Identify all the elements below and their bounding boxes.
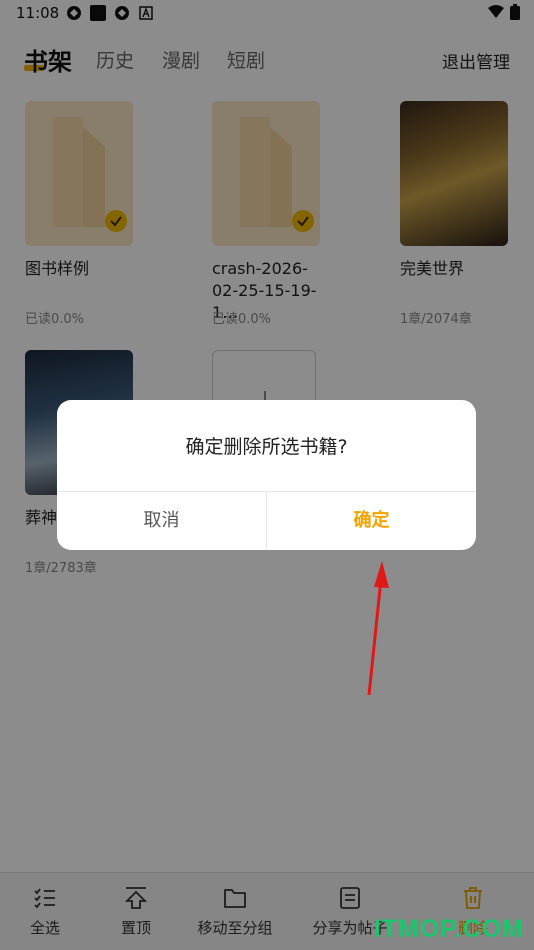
watermark: ITMOP.COM [373,915,524,943]
annotation-arrow [367,561,389,696]
confirm-button[interactable]: 确定 [267,492,476,550]
confirm-delete-dialog: 确定删除所选书籍? 取消 确定 [57,400,476,550]
dialog-message: 确定删除所选书籍? [185,436,348,458]
cancel-button[interactable]: 取消 [57,492,266,550]
